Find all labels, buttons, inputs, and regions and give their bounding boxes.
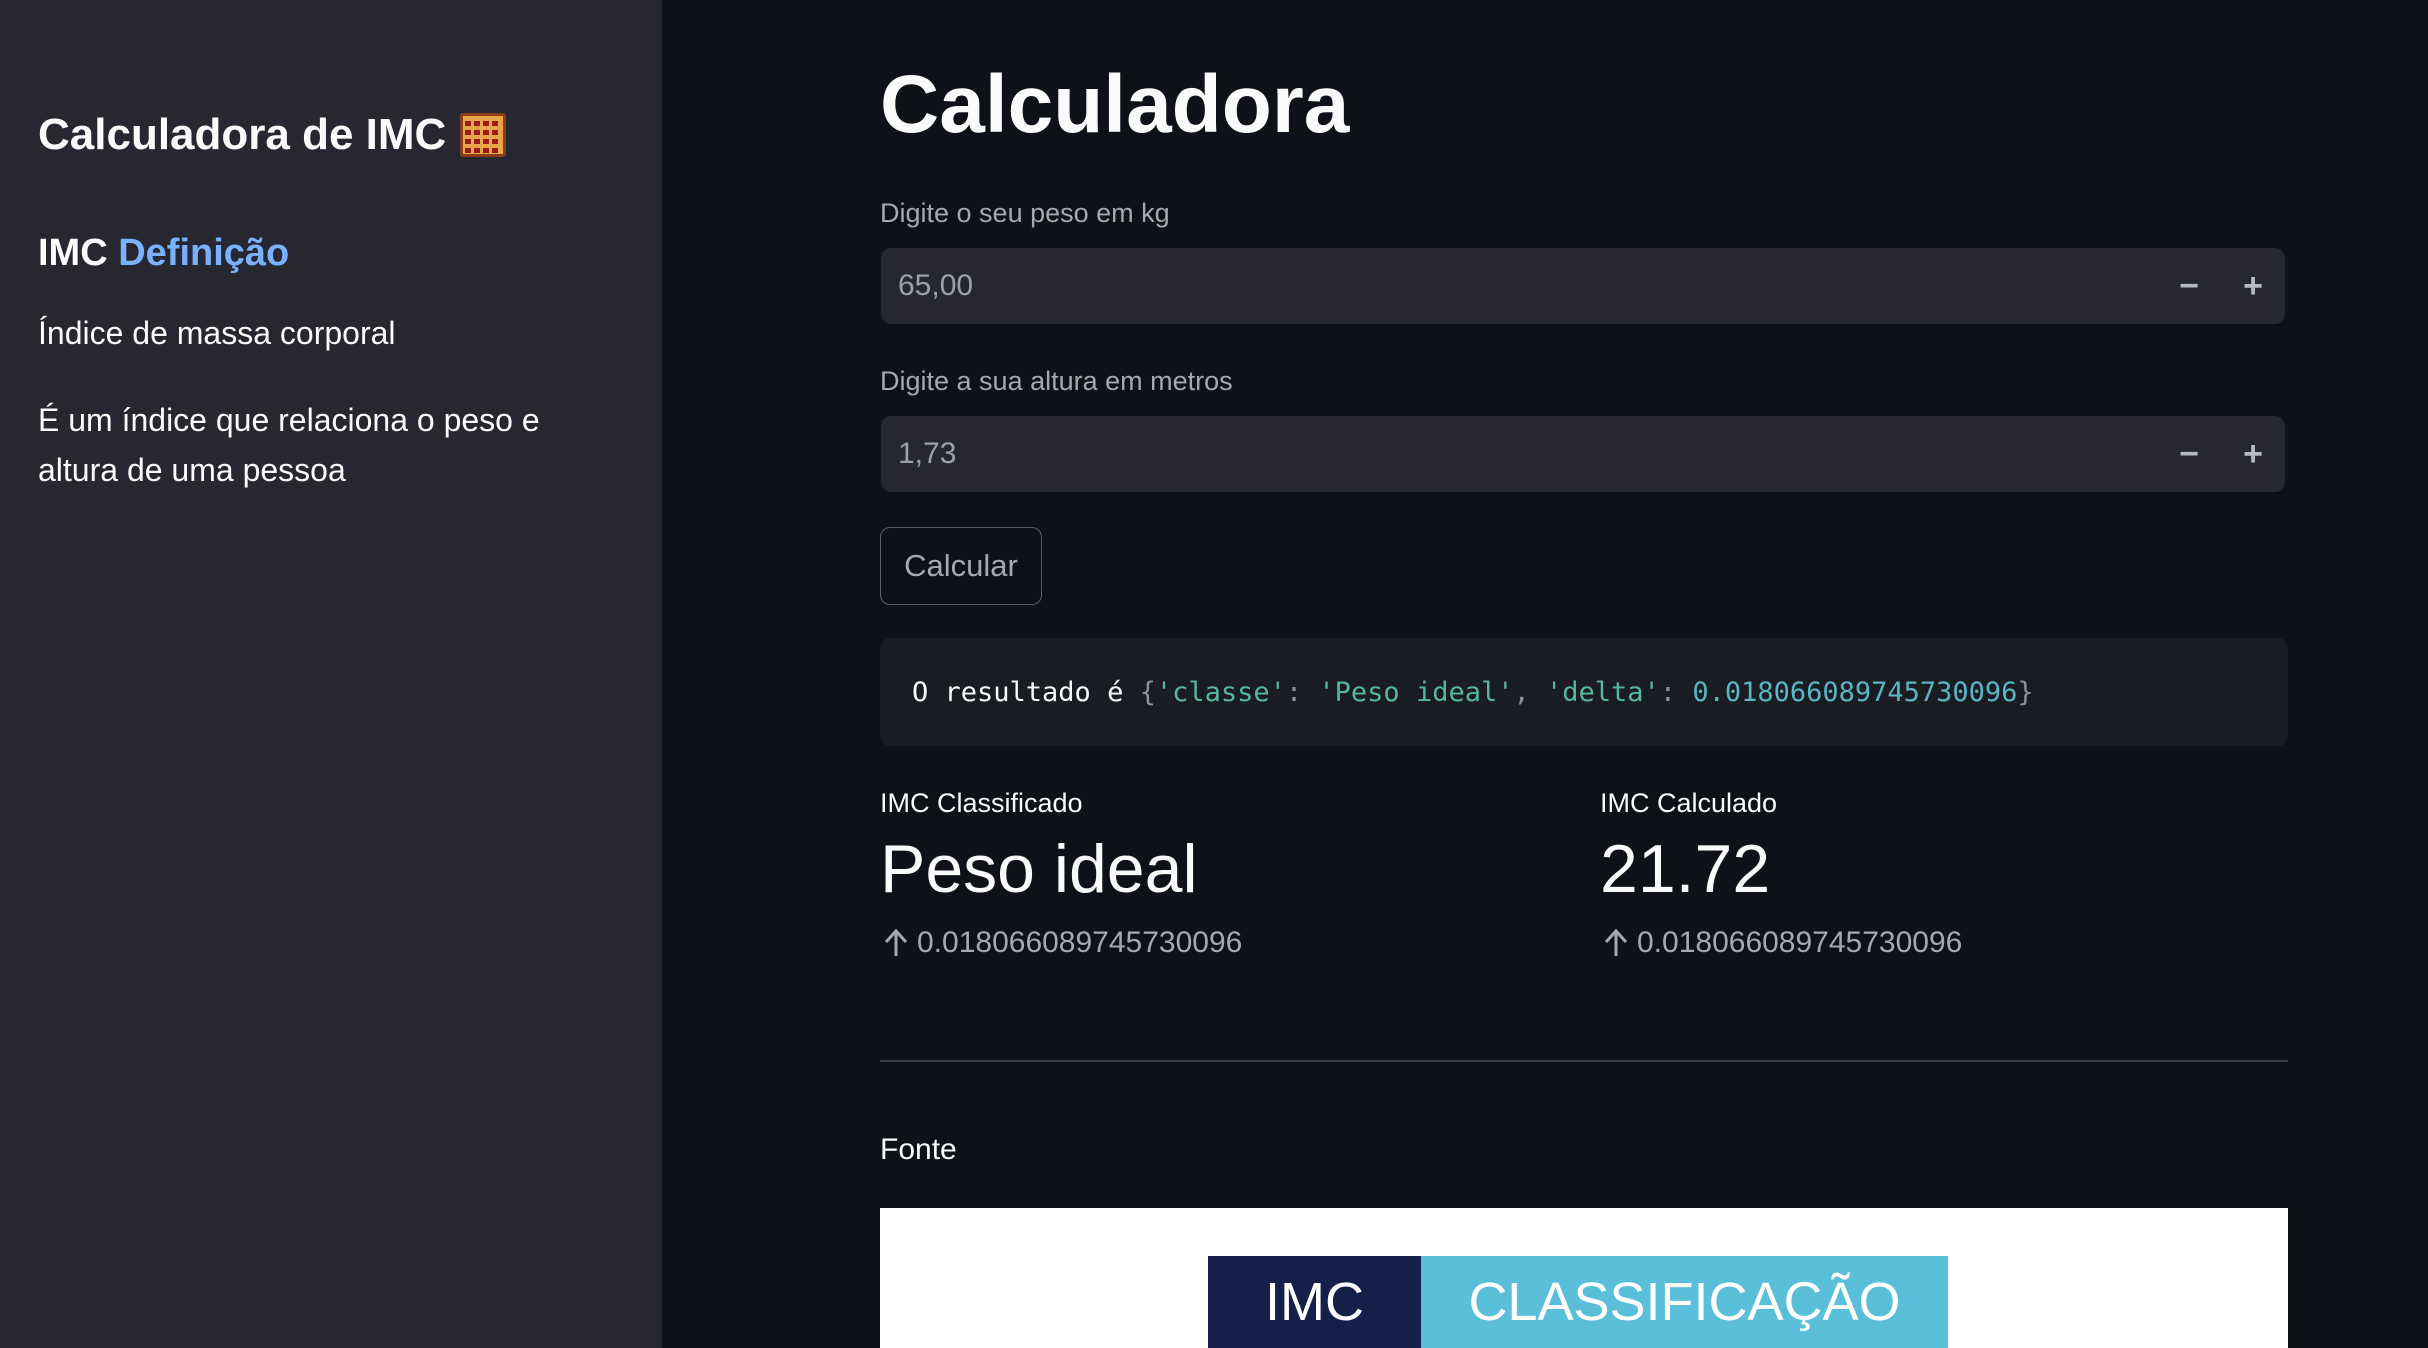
result-prefix: O resultado é bbox=[912, 676, 1140, 708]
metric-delta-classificado-text: 0.018066089745730096 bbox=[917, 926, 1243, 959]
sidebar-text-definition: Índice de massa corporal bbox=[38, 315, 396, 351]
result-colon-2: : bbox=[1659, 676, 1693, 708]
result-brace-open: { bbox=[1139, 676, 1156, 708]
sidebar-title: Calculadora de IMC bbox=[38, 110, 507, 160]
height-input[interactable] bbox=[881, 415, 2157, 493]
calcular-button[interactable]: Calcular bbox=[880, 527, 1042, 605]
arrow-up-icon bbox=[884, 928, 908, 956]
metric-value-calculado: 21.72 bbox=[1600, 831, 1771, 907]
result-key-delta: 'delta' bbox=[1546, 676, 1660, 708]
image-banner-imc: IMC bbox=[1208, 1256, 1421, 1348]
arrow-up-icon bbox=[1604, 928, 1628, 956]
abacus-icon bbox=[460, 113, 507, 157]
metric-label-calculado: IMC Calculado bbox=[1600, 788, 1778, 818]
weight-input[interactable] bbox=[881, 247, 2157, 325]
sidebar: Calculadora de IMC IMC Definição Índice … bbox=[0, 0, 662, 1348]
metric-value-classificado: Peso ideal bbox=[880, 831, 1198, 907]
sidebar-subheader-prefix: IMC bbox=[38, 232, 108, 274]
metric-delta-calculado-text: 0.018066089745730096 bbox=[1637, 926, 1963, 959]
height-label: Digite a sua altura em metros bbox=[880, 366, 1233, 396]
source-heading: Fonte bbox=[880, 1133, 957, 1166]
result-brace-close: } bbox=[2017, 676, 2034, 708]
result-value-classe: 'Peso ideal' bbox=[1318, 676, 1514, 708]
weight-number-input: − + bbox=[881, 247, 2285, 325]
metric-delta-calculado: 0.018066089745730096 bbox=[1603, 926, 1962, 960]
result-colon-1: : bbox=[1285, 676, 1319, 708]
divider bbox=[880, 1060, 2288, 1062]
sidebar-title-text: Calculadora de IMC bbox=[38, 110, 447, 159]
result-comma: , bbox=[1513, 676, 1546, 708]
image-banner-classificacao: CLASSIFICAÇÃO bbox=[1421, 1256, 1948, 1348]
sidebar-text-description: É um índice que relaciona o peso e altur… bbox=[38, 402, 540, 488]
weight-increment-button[interactable]: + bbox=[2221, 248, 2285, 324]
result-value-delta: 0.018066089745730096 bbox=[1692, 676, 2018, 708]
metric-label-classificado: IMC Classificado bbox=[880, 788, 1083, 818]
definicao-link[interactable]: Definição bbox=[118, 232, 289, 274]
height-decrement-button[interactable]: − bbox=[2157, 416, 2221, 492]
metric-delta-classificado: 0.018066089745730096 bbox=[883, 926, 1242, 960]
result-code-block: O resultado é {'classe': 'Peso ideal', '… bbox=[880, 638, 2288, 746]
imc-classification-image: IMC CLASSIFICAÇÃO bbox=[880, 1208, 2288, 1348]
weight-label: Digite o seu peso em kg bbox=[880, 198, 1170, 228]
sidebar-subheader: IMC Definição bbox=[38, 232, 289, 275]
page-title: Calculadora bbox=[880, 59, 1350, 150]
height-increment-button[interactable]: + bbox=[2221, 416, 2285, 492]
result-key-classe: 'classe' bbox=[1155, 676, 1286, 708]
height-number-input: − + bbox=[881, 415, 2285, 493]
weight-decrement-button[interactable]: − bbox=[2157, 248, 2221, 324]
